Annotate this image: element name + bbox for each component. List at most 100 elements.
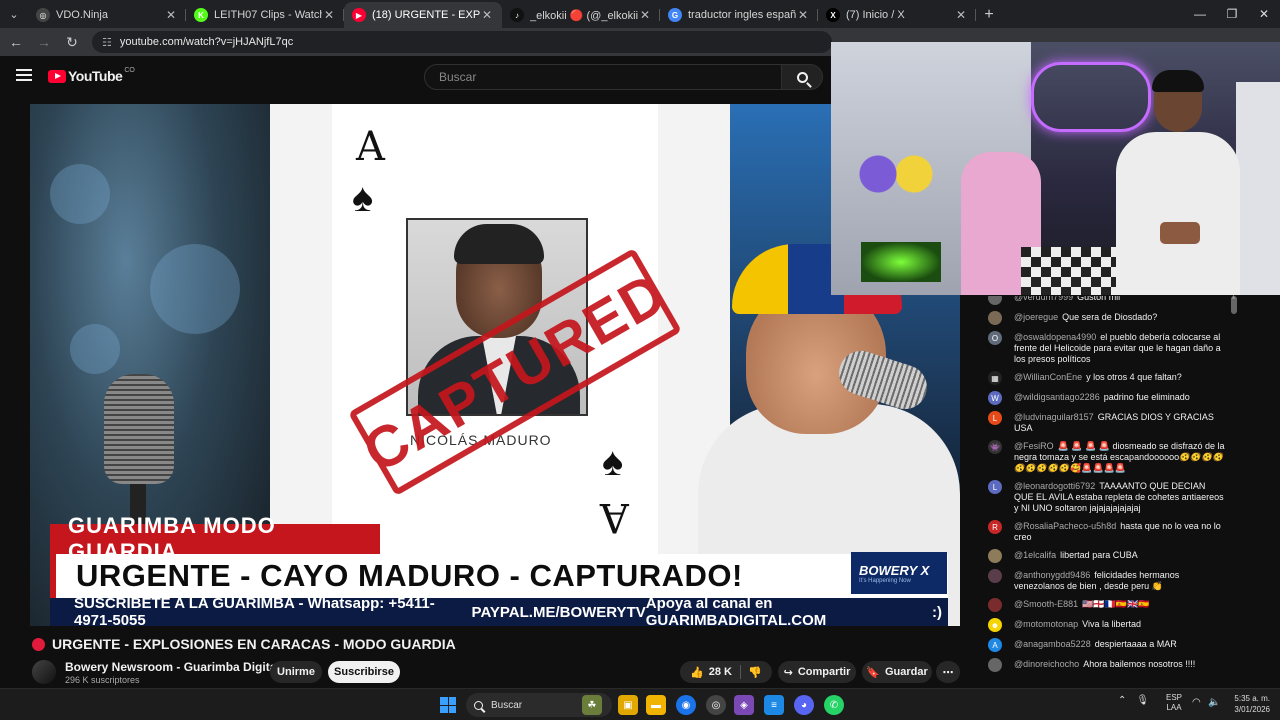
chat-avatar[interactable] [988, 658, 1002, 672]
search-button[interactable] [781, 64, 823, 90]
browser-tab[interactable]: ♪ _elkokii 🔴 (@_elkokii) está✕ [502, 2, 660, 28]
back-icon[interactable]: ← [4, 30, 28, 54]
tab-close-icon[interactable]: ✕ [164, 8, 178, 22]
tab-search-menu-icon[interactable]: ⌄ [0, 0, 28, 28]
system-clock[interactable]: 5:35 a. m. 3/01/2026 [1226, 693, 1270, 715]
chat-author[interactable]: @dinoreichocho [1014, 659, 1079, 669]
chat-avatar[interactable]: L [988, 480, 1002, 494]
chat-author[interactable]: @WillianConEne [1014, 372, 1082, 382]
chat-avatar[interactable] [988, 311, 1002, 325]
hamburger-menu-icon[interactable] [16, 69, 32, 81]
language-indicator[interactable]: ESP LAA [1162, 693, 1186, 713]
chat-avatar[interactable] [988, 598, 1002, 612]
video-player[interactable]: A ♠ NICOLÁS MADURO ♠ A CAPTURED GUARIMBA… [30, 104, 960, 626]
tab-close-icon[interactable]: ✕ [322, 8, 336, 22]
more-options-icon[interactable]: ⋯ [936, 661, 960, 683]
chat-author[interactable]: @ludvinaguilar8157 [1014, 412, 1094, 422]
reload-icon[interactable]: ↻ [60, 30, 84, 54]
tab-favicon-icon: G [668, 8, 682, 22]
volume-icon[interactable]: 🔈 [1208, 697, 1220, 708]
ticker-whatsapp: SUSCRIBETE A LA GUARIMBA - Whatsapp: +54… [74, 595, 435, 626]
tab-close-icon[interactable]: ✕ [638, 8, 652, 22]
save-label: Guardar [884, 666, 928, 678]
chat-scrollbar[interactable] [1228, 296, 1240, 694]
youtube-logo[interactable]: YouTube CO [48, 67, 135, 84]
tab-close-icon[interactable]: ✕ [796, 8, 810, 22]
chat-avatar[interactable] [988, 569, 1002, 583]
chat-author[interactable]: @motomotonap [1014, 619, 1078, 629]
notepad-icon[interactable]: ≡ [764, 695, 784, 715]
tab-title: LEITH07 Clips - Watch Live on K [214, 9, 322, 21]
chat-author[interactable]: @wildigsantiago2286 [1014, 392, 1100, 402]
browser-tab[interactable]: X (7) Inicio / X ✕ [818, 2, 976, 28]
obs-icon[interactable]: ◎ [706, 695, 726, 715]
chrome-icon[interactable]: ◉ [676, 695, 696, 715]
chat-avatar[interactable]: R [988, 520, 1002, 534]
store-icon[interactable]: ▣ [618, 695, 638, 715]
like-button[interactable]: 👍 28 K [690, 666, 732, 679]
subscribe-button[interactable]: Suscribirse [328, 661, 400, 683]
minimize-icon[interactable]: — [1184, 0, 1216, 28]
microphone-icon[interactable]: 🎙 [1136, 695, 1149, 706]
discord-icon[interactable]: ◕ [794, 695, 814, 715]
chat-avatar[interactable]: A [988, 638, 1002, 652]
chat-message: @1elcalifa libertad para CUBA [972, 546, 1240, 566]
thumbs-down-icon[interactable]: 👎 [748, 666, 762, 679]
chat-avatar[interactable] [988, 296, 1002, 305]
maximize-icon[interactable]: ❐ [1216, 0, 1248, 28]
widget-icon[interactable]: ☘ [582, 695, 602, 715]
chat-message: A @anagamboa5228 despiertaaaa a MAR [972, 635, 1240, 655]
chat-text: y los otros 4 que faltan? [1086, 372, 1182, 382]
browser-tab[interactable]: ◎ VDO.Ninja ✕ [28, 2, 186, 28]
tab-close-icon[interactable]: ✕ [954, 8, 968, 22]
chevron-up-icon[interactable]: ⌃ [1118, 695, 1126, 706]
chat-avatar[interactable]: ☻ [988, 618, 1002, 632]
chat-avatar[interactable]: W [988, 391, 1002, 405]
browser-tab[interactable]: K LEITH07 Clips - Watch Live on K✕ [186, 2, 344, 28]
browser-tab[interactable]: ▶ (18) URGENTE - EXPLOS✕ [344, 2, 502, 28]
chat-avatar[interactable]: ▦ [988, 371, 1002, 385]
windows-start-icon[interactable] [440, 697, 456, 713]
chat-author[interactable]: @RosaliaPacheco-u5h8d [1014, 521, 1116, 531]
close-window-icon[interactable]: ✕ [1248, 0, 1280, 28]
app-icon[interactable]: ◈ [734, 695, 754, 715]
channel-avatar[interactable] [32, 660, 56, 684]
chat-author[interactable]: @oswaldopena4990 [1014, 332, 1096, 342]
chat-author[interactable]: @1elcalifa [1014, 550, 1056, 560]
figurines [851, 142, 941, 222]
chat-avatar[interactable]: L [988, 411, 1002, 425]
chat-author[interactable]: @joeregue [1014, 312, 1058, 322]
chat-message-body: @verdum7999 Gustón mil [1014, 296, 1226, 303]
search-input[interactable]: Buscar [424, 64, 782, 90]
chat-message-body: @Smooth-E881 🇺🇸🏴󠁧󠁢󠁥󠁮󠁧󠁿🇫🇷🇪🇸🇬🇧🇪🇸 [1014, 599, 1226, 610]
new-tab-button[interactable]: + [976, 2, 1002, 28]
chat-author[interactable]: @anagamboa5228 [1014, 639, 1091, 649]
save-button[interactable]: 🔖 Guardar [862, 661, 932, 683]
tab-title: (7) Inicio / X [846, 9, 905, 21]
channel-name[interactable]: Bowery Newsroom - Guarimba Digital ✔ [65, 660, 291, 674]
chat-author[interactable]: @anthonygdd9486 [1014, 570, 1090, 580]
scroll-up-icon[interactable]: ▲ [1230, 294, 1237, 301]
file-explorer-icon[interactable]: ▬ [646, 695, 666, 715]
like-divider [739, 665, 741, 679]
chat-author[interactable]: @leonardogotti6792 [1014, 481, 1095, 491]
browser-tab[interactable]: Gtraductor ingles español) - Busc✕ [660, 2, 818, 28]
tab-close-icon[interactable]: ✕ [480, 8, 494, 22]
spade-icon: ♠ [602, 440, 624, 484]
chat-author[interactable]: @FesiRO [1014, 441, 1054, 451]
join-button[interactable]: Unirme [270, 661, 322, 683]
chat-avatar[interactable] [988, 549, 1002, 563]
chat-avatar[interactable]: O [988, 331, 1002, 345]
share-button[interactable]: ↪ Compartir [778, 661, 856, 683]
wifi-icon[interactable]: ◠ [1192, 697, 1201, 708]
whatsapp-icon[interactable]: ✆ [824, 695, 844, 715]
forward-icon[interactable]: → [32, 30, 56, 54]
chat-author[interactable]: @verdum7999 [1014, 296, 1073, 302]
chat-message: ☻ @motomotonap Viva la libertad [972, 615, 1240, 635]
site-info-icon[interactable]: ☷ [102, 36, 112, 49]
live-chat[interactable]: @verdum7999 Gustón mil @joeregue Que sera d… [972, 296, 1240, 694]
address-bar[interactable]: ☷ youtube.com/watch?v=jHJANjfL7qc [92, 31, 832, 53]
chat-author[interactable]: @Smooth-E881 [1014, 599, 1078, 609]
tab-favicon-icon: ◎ [36, 8, 50, 22]
chat-avatar[interactable]: 👾 [988, 440, 1002, 454]
